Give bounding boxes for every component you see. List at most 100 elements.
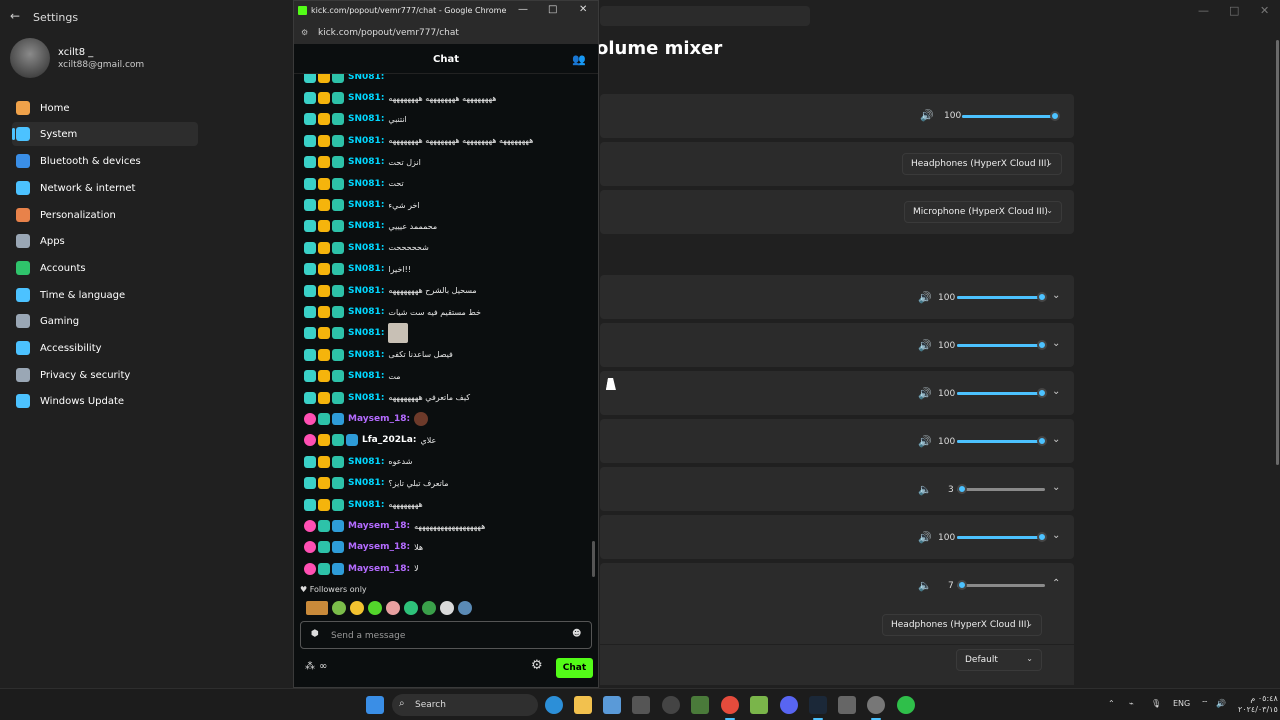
emote-icon[interactable] bbox=[440, 601, 454, 615]
speaker-icon[interactable]: 🔊 bbox=[918, 339, 932, 352]
chat-username[interactable]: SN081: bbox=[348, 200, 384, 210]
chat-username[interactable]: Maysem_18: bbox=[348, 564, 410, 574]
settings-icon[interactable] bbox=[867, 696, 885, 714]
chat-username[interactable]: SN081: bbox=[348, 328, 384, 338]
users-icon[interactable]: 👥 bbox=[572, 53, 586, 66]
minimize-icon[interactable]: — bbox=[1198, 4, 1209, 17]
chat-username[interactable]: SN081: bbox=[348, 221, 384, 231]
language-indicator[interactable]: ENG bbox=[1173, 699, 1190, 708]
maximize-icon[interactable]: □ bbox=[1229, 4, 1239, 17]
chat-username[interactable]: SN081: bbox=[348, 114, 384, 124]
sidebar-item-time-language[interactable]: Time & language bbox=[12, 283, 198, 307]
app-volume-slider[interactable] bbox=[957, 388, 1047, 398]
xbox-icon[interactable] bbox=[897, 696, 915, 714]
emote-icon[interactable] bbox=[306, 601, 328, 615]
chat-username[interactable]: SN081: bbox=[348, 371, 384, 381]
chat-username[interactable]: SN081: bbox=[348, 393, 384, 403]
emote-icon[interactable] bbox=[368, 601, 382, 615]
gear-icon[interactable]: ⚙ bbox=[531, 658, 543, 673]
emote-icon[interactable] bbox=[350, 601, 364, 615]
chat-username[interactable]: SN081: bbox=[348, 478, 384, 488]
chevron-down-icon[interactable]: ⌄ bbox=[1052, 290, 1060, 301]
maximize-icon[interactable]: □ bbox=[548, 4, 557, 15]
chat-username[interactable]: SN081: bbox=[348, 157, 384, 167]
speaker-icon[interactable]: 🔊 bbox=[918, 291, 932, 304]
speaker-icon[interactable]: 🔈 bbox=[918, 579, 932, 592]
speaker-icon[interactable]: 🔊 bbox=[920, 109, 934, 122]
output-device-dropdown[interactable]: Headphones (HyperX Cloud III) ⌄ bbox=[902, 153, 1062, 175]
sidebar-item-privacy-security[interactable]: Privacy & security bbox=[12, 363, 198, 387]
chevron-up-icon[interactable]: ⌃ bbox=[1108, 699, 1115, 708]
chat-username[interactable]: SN081: bbox=[348, 500, 384, 510]
start-icon[interactable] bbox=[366, 696, 384, 714]
app-volume-slider[interactable] bbox=[957, 532, 1047, 542]
close-icon[interactable]: ✕ bbox=[579, 4, 587, 15]
close-icon[interactable]: ✕ bbox=[1260, 4, 1269, 17]
app-icon[interactable] bbox=[632, 696, 650, 714]
taskbar-search[interactable]: ⌕ Search bbox=[392, 694, 538, 716]
chevron-down-icon[interactable]: ⌄ bbox=[1052, 338, 1060, 349]
back-arrow-icon[interactable]: ← bbox=[10, 9, 20, 23]
app-icon[interactable] bbox=[838, 696, 856, 714]
input-device-dropdown[interactable]: Microphone (HyperX Cloud III) ⌄ bbox=[904, 201, 1062, 223]
chat-username[interactable]: SN081: bbox=[348, 243, 384, 253]
app-volume-slider[interactable] bbox=[957, 292, 1047, 302]
wifi-icon[interactable]: ⌔ bbox=[1201, 699, 1209, 709]
emote-icon[interactable] bbox=[332, 601, 346, 615]
chess-icon[interactable] bbox=[750, 696, 768, 714]
app-volume-slider[interactable] bbox=[957, 484, 1045, 494]
sidebar-item-windows-update[interactable]: Windows Update bbox=[12, 389, 198, 413]
chat-username[interactable]: Maysem_18: bbox=[348, 542, 410, 552]
emoji-icon[interactable]: ☻ bbox=[572, 629, 581, 639]
chat-username[interactable]: SN081: bbox=[348, 457, 384, 467]
chat-username[interactable]: SN081: bbox=[348, 179, 384, 189]
sidebar-item-gaming[interactable]: Gaming bbox=[12, 309, 198, 333]
chevron-down-icon[interactable]: ⌄ bbox=[1052, 386, 1060, 397]
settings-scrollbar[interactable] bbox=[1276, 40, 1279, 465]
chevron-down-icon[interactable]: ⌄ bbox=[1052, 482, 1060, 493]
minimize-icon[interactable]: — bbox=[518, 4, 528, 15]
avatar[interactable] bbox=[10, 38, 50, 78]
sidebar-item-apps[interactable]: Apps bbox=[12, 229, 198, 253]
clock[interactable]: ٠٥:٤٨ م ٢٠٢٤/٠٣/١٥ bbox=[1238, 693, 1278, 715]
kick-points-icon[interactable]: ⁂ bbox=[305, 661, 315, 672]
file-explorer-icon[interactable] bbox=[574, 696, 592, 714]
site-info-icon[interactable]: ⚙ bbox=[301, 28, 308, 37]
emote-icon[interactable] bbox=[386, 601, 400, 615]
sidebar-item-system[interactable]: System bbox=[12, 122, 198, 146]
speaker-icon[interactable]: 🔊 bbox=[918, 531, 932, 544]
steam-icon[interactable] bbox=[809, 696, 827, 714]
sidebar-item-accounts[interactable]: Accounts bbox=[12, 256, 198, 280]
chevron-down-icon[interactable]: ⌄ bbox=[1052, 434, 1060, 445]
chat-username[interactable]: SN081: bbox=[348, 264, 384, 274]
speaker-icon[interactable]: 🔊 bbox=[918, 435, 932, 448]
microphone-icon[interactable]: 🎙 bbox=[1151, 699, 1161, 708]
emote-icon[interactable] bbox=[404, 601, 418, 615]
chat-username[interactable]: SN081: bbox=[348, 93, 384, 103]
app-input-dropdown[interactable]: Default ⌄ bbox=[956, 649, 1042, 671]
speaker-icon[interactable]: 🔈 bbox=[918, 483, 932, 496]
chat-username[interactable]: SN081: bbox=[348, 350, 384, 360]
app-volume-slider[interactable] bbox=[957, 340, 1047, 350]
sidebar-item-accessibility[interactable]: Accessibility bbox=[12, 336, 198, 360]
chrome-icon[interactable] bbox=[721, 696, 739, 714]
chat-scrollbar[interactable] bbox=[592, 541, 595, 577]
sidebar-item-home[interactable]: Home bbox=[12, 96, 198, 120]
obs-icon[interactable] bbox=[662, 696, 680, 714]
sidebar-item-personalization[interactable]: Personalization bbox=[12, 203, 198, 227]
emote-icon[interactable] bbox=[458, 601, 472, 615]
sidebar-item-network-internet[interactable]: Network & internet bbox=[12, 176, 198, 200]
emote-icon[interactable] bbox=[422, 601, 436, 615]
chat-username[interactable]: SN081: bbox=[348, 286, 384, 296]
chat-username[interactable]: SN081: bbox=[348, 307, 384, 317]
chevron-up-icon[interactable]: ⌃ bbox=[1052, 578, 1060, 589]
chat-username[interactable]: SN081: bbox=[348, 136, 384, 146]
app-volume-slider[interactable] bbox=[957, 580, 1045, 590]
address-bar[interactable]: ⚙ kick.com/popout/vemr777/chat bbox=[294, 22, 598, 44]
chat-input[interactable]: ⬢ Send a message ☻ bbox=[300, 621, 592, 649]
network-icon[interactable]: ⌁ bbox=[1129, 699, 1134, 708]
app-volume-slider[interactable] bbox=[957, 436, 1047, 446]
edge-icon[interactable] bbox=[545, 696, 563, 714]
discord-icon[interactable] bbox=[780, 696, 798, 714]
speaker-icon[interactable]: 🔊 bbox=[918, 387, 932, 400]
